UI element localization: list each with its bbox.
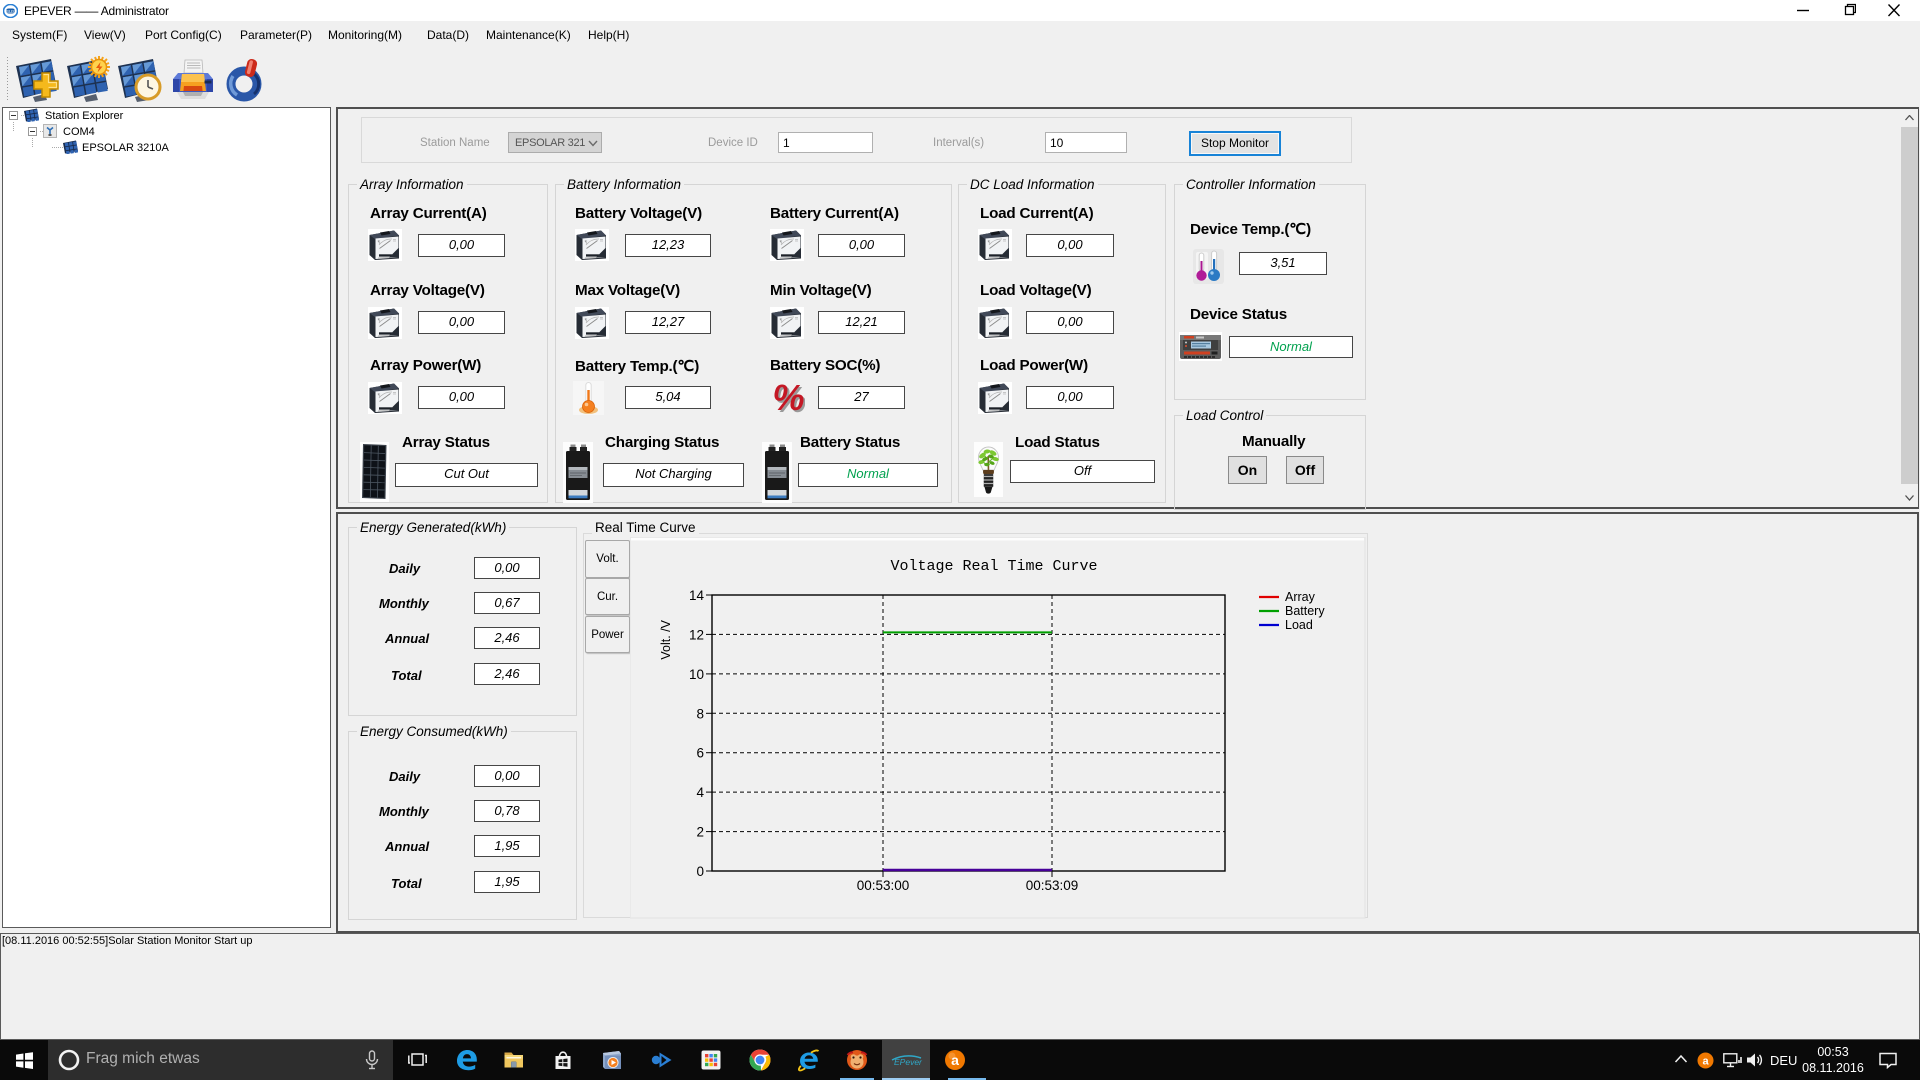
svg-text:14: 14: [689, 588, 705, 603]
svg-text:10: 10: [689, 667, 704, 682]
svg-text:12: 12: [689, 627, 704, 642]
svg-text:2: 2: [696, 825, 704, 840]
svg-text:Battery: Battery: [1285, 604, 1325, 618]
svg-text:Array: Array: [1285, 590, 1316, 604]
svg-text:00:53:09: 00:53:09: [1026, 878, 1079, 893]
svg-text:0: 0: [696, 864, 704, 879]
svg-text:EPever: EPever: [894, 1057, 923, 1067]
svg-text:Load: Load: [1285, 618, 1313, 632]
svg-text:6: 6: [696, 746, 704, 761]
svg-text:4: 4: [696, 785, 704, 800]
svg-text:a: a: [1702, 1056, 1709, 1068]
svg-text:00:53:00: 00:53:00: [857, 878, 910, 893]
svg-text:Volt. /V: Volt. /V: [659, 619, 673, 659]
svg-text:BUS: BUS: [6, 9, 15, 14]
svg-text:8: 8: [696, 706, 704, 721]
svg-text:Voltage Real Time Curve: Voltage Real Time Curve: [890, 558, 1097, 575]
